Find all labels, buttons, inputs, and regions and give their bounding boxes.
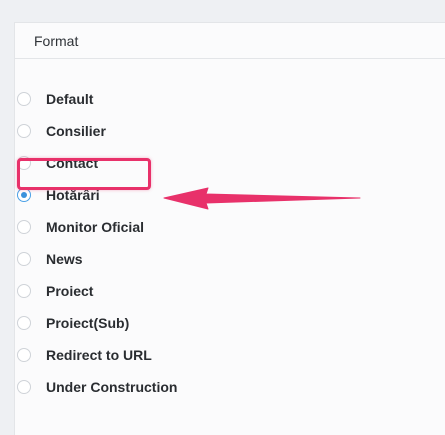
radio-option-news[interactable]: News: [17, 248, 83, 270]
radio-label: Proiect: [46, 283, 94, 299]
radio-label: Under Construction: [46, 379, 178, 395]
radio-button[interactable]: [17, 284, 31, 298]
radio-label: News: [46, 251, 83, 267]
radio-label: Monitor Oficial: [46, 219, 144, 235]
radio-label: Redirect to URL: [46, 347, 152, 363]
radio-button[interactable]: [17, 380, 31, 394]
radio-button[interactable]: [17, 92, 31, 106]
radio-button[interactable]: [17, 348, 31, 362]
radio-button[interactable]: [17, 220, 31, 234]
panel-title: Format: [34, 32, 79, 49]
radio-option-proiect-sub[interactable]: Proiect(Sub): [17, 312, 129, 334]
radio-option-monitor-oficial[interactable]: Monitor Oficial: [17, 216, 144, 238]
radio-label: Consilier: [46, 123, 106, 139]
radio-option-redirect-to-url[interactable]: Redirect to URL: [17, 344, 152, 366]
radio-button[interactable]: [17, 316, 31, 330]
radio-label: Proiect(Sub): [46, 315, 130, 331]
radio-label: Default: [46, 91, 94, 107]
radio-button[interactable]: [17, 252, 31, 266]
radio-button-selected[interactable]: [17, 188, 31, 202]
panel-header: Format: [15, 23, 445, 59]
radio-option-proiect[interactable]: Proiect: [17, 280, 93, 302]
radio-option-default[interactable]: Default: [17, 88, 93, 110]
radio-button[interactable]: [17, 124, 31, 138]
annotation-highlight-box: [17, 158, 151, 190]
radio-option-under-construction[interactable]: Under Construction: [17, 376, 177, 398]
radio-option-consilier[interactable]: Consilier: [17, 120, 106, 142]
